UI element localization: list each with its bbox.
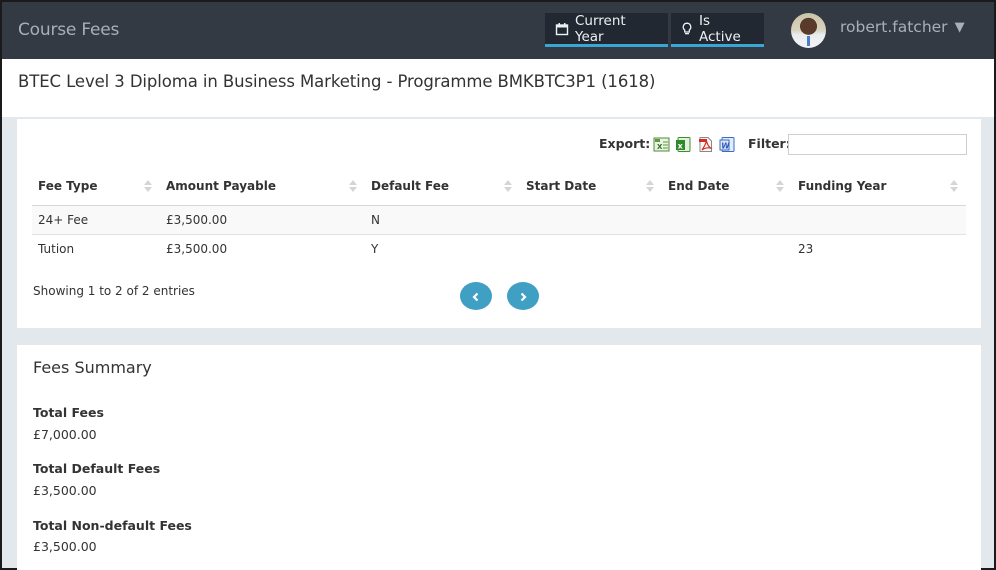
filter-label: Filter: xyxy=(748,136,791,151)
column-header-start-date[interactable]: Start Date xyxy=(520,167,662,206)
word-icon[interactable]: W xyxy=(719,136,736,153)
is-active-label: Is Active xyxy=(699,12,741,45)
sort-icon[interactable] xyxy=(349,178,357,194)
fees-summary-title: Fees Summary xyxy=(33,358,152,377)
csv-icon[interactable]: X xyxy=(653,136,670,153)
chevron-right-icon xyxy=(518,287,528,306)
is-active-button[interactable]: Is Active xyxy=(671,13,764,47)
user-menu[interactable]: robert.fatcher ▼ xyxy=(840,18,965,36)
total-default-fees-label: Total Default Fees xyxy=(33,461,161,476)
chevron-left-icon xyxy=(471,287,481,306)
filter-input[interactable] xyxy=(788,134,967,155)
total-default-fees-value: £3,500.00 xyxy=(33,483,97,498)
page-header: BTEC Level 3 Diploma in Business Marketi… xyxy=(2,59,994,117)
cell-funding-year: 23 xyxy=(798,241,814,256)
total-fees-label: Total Fees xyxy=(33,405,104,420)
column-header-end-date[interactable]: End Date xyxy=(662,167,792,206)
cell-funding-year xyxy=(792,205,966,235)
cell-default-fee: Y xyxy=(371,241,379,256)
top-navbar: Course Fees Current Year Is Active rober… xyxy=(2,0,994,59)
lightbulb-icon xyxy=(681,22,693,36)
sort-icon[interactable] xyxy=(776,178,784,194)
table-info: Showing 1 to 2 of 2 entries xyxy=(33,284,195,298)
cell-default-fee: N xyxy=(365,205,520,235)
pdf-icon[interactable] xyxy=(697,136,714,153)
cell-start-date xyxy=(520,205,662,235)
table-row[interactable]: 24+ Fee £3,500.00 N xyxy=(32,205,966,235)
fees-table-panel: Export: X x W Filter: Fee Type Amount Pa… xyxy=(17,119,981,328)
svg-text:x: x xyxy=(678,142,684,151)
export-icons: X x W xyxy=(653,136,736,153)
fees-summary-panel: Fees Summary Total Fees £7,000.00 Total … xyxy=(17,345,981,570)
calendar-icon xyxy=(555,22,569,36)
sort-icon[interactable] xyxy=(144,178,152,194)
export-label: Export: xyxy=(599,136,651,151)
cell-end-date xyxy=(662,205,792,235)
sort-icon[interactable] xyxy=(950,178,958,194)
sort-icon[interactable] xyxy=(646,178,654,194)
svg-text:X: X xyxy=(657,143,663,151)
total-non-default-fees-label: Total Non-default Fees xyxy=(33,518,192,533)
excel-icon[interactable]: x xyxy=(675,136,692,153)
next-page-button[interactable] xyxy=(507,282,539,310)
cell-fee-type: Tution xyxy=(38,241,75,256)
cell-amount-payable: £3,500.00 xyxy=(166,241,228,256)
page-title: BTEC Level 3 Diploma in Business Marketi… xyxy=(18,72,656,91)
current-year-button[interactable]: Current Year xyxy=(545,13,668,47)
cell-end-date xyxy=(662,234,792,263)
caret-down-icon: ▼ xyxy=(954,19,965,35)
column-header-default-fee[interactable]: Default Fee xyxy=(365,167,520,206)
cell-fee-type: 24+ Fee xyxy=(32,205,160,235)
svg-text:W: W xyxy=(721,142,730,151)
fees-table: Fee Type Amount Payable Default Fee Star… xyxy=(32,167,966,263)
cell-start-date xyxy=(520,234,662,263)
current-year-label: Current Year xyxy=(575,12,626,45)
cell-amount-payable: £3,500.00 xyxy=(160,205,365,235)
table-row[interactable]: Tution £3,500.00 Y 23 xyxy=(32,234,966,263)
previous-page-button[interactable] xyxy=(460,282,492,310)
total-non-default-fees-value: £3,500.00 xyxy=(33,539,97,554)
table-header-row: Fee Type Amount Payable Default Fee Star… xyxy=(32,167,966,206)
username-label: robert.fatcher xyxy=(840,18,948,36)
user-avatar[interactable] xyxy=(791,13,826,48)
column-header-funding-year[interactable]: Funding Year xyxy=(792,167,966,206)
column-header-amount-payable[interactable]: Amount Payable xyxy=(160,167,365,206)
column-header-fee-type[interactable]: Fee Type xyxy=(32,167,160,206)
total-fees-value: £7,000.00 xyxy=(33,427,97,442)
app-title: Course Fees xyxy=(18,20,120,40)
sort-icon[interactable] xyxy=(504,178,512,194)
